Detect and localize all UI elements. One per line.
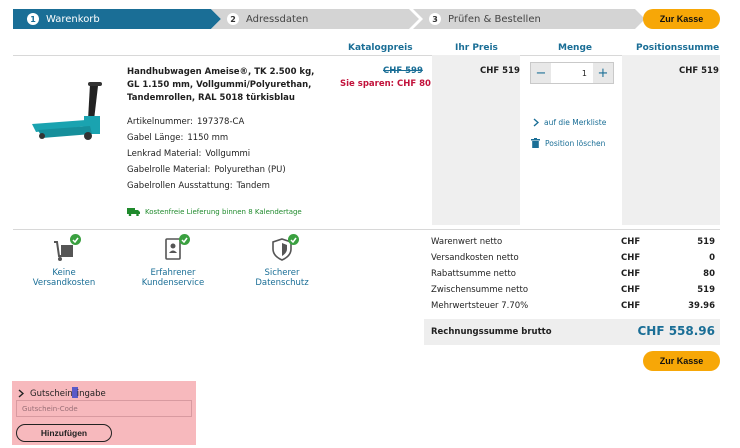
add-coupon-button[interactable]: Hinzufügen [16,424,112,442]
summary-amount: 519 [697,237,715,247]
summary-label: Zwischensumme netto [431,285,529,295]
savings-text: Sie sparen: CHF 80 [340,79,431,89]
checkout-stepper: 1 Warenkorb 2 Adressdaten 3 Prüfen & Bes… [13,9,733,29]
col-your-price: Ihr Preis [455,43,498,53]
coupon-title-start: Gutschein [30,389,73,399]
step-address[interactable]: 2 Adressdaten [211,9,419,29]
delete-position-link[interactable]: Position löschen [531,138,605,148]
coupon-code-input[interactable] [16,400,192,417]
shipping-icon [51,234,81,262]
summary-label: Rabattsumme netto [431,269,516,279]
step-cart[interactable]: 1 Warenkorb [13,9,221,29]
summary-amount: 80 [703,269,715,279]
attribute-label: Artikelnummer: [127,117,193,127]
product-image[interactable] [28,80,108,150]
wishlist-link[interactable]: auf die Merkliste [533,118,606,127]
summary-amount: 39.96 [688,301,715,311]
checkout-button-bottom[interactable]: Zur Kasse [643,351,720,371]
summary-label: Warenwert netto [431,237,503,247]
attribute-value: Vollgummi [205,149,251,159]
delete-position-label: Position löschen [545,138,606,148]
check-icon [288,234,299,245]
product-attribute: Gabelrolle Material: Polyurethan (PU) [127,165,286,175]
feature-customer-service: Erfahrener Kundenservice [118,234,228,288]
step-review[interactable]: 3 Prüfen & Bestellen [413,9,645,29]
catalog-price: CHF 599 [383,66,423,76]
feature-data-protection: Sicherer Datenschutz [238,234,326,288]
divider [13,229,720,230]
check-icon [179,234,190,245]
step-number: 3 [429,13,441,25]
product-attribute: Gabelrollen Ausstattung: Tandem [127,181,270,191]
check-icon [70,234,81,245]
product-attribute: Artikelnummer: 197378-CA [127,117,244,127]
coupon-title: Gutschein ingabe [30,387,106,399]
summary-currency: CHF [621,253,641,263]
coupon-title-end: ingabe [76,389,106,399]
checkout-button-top[interactable]: Zur Kasse [643,9,720,29]
attribute-value: Polyurethan (PU) [214,165,286,175]
attribute-value: 1150 mm [187,133,229,143]
summary-currency: CHF [621,301,641,311]
attribute-value: Tandem [236,181,270,191]
attribute-label: Gabelrolle Material: [127,165,211,175]
grand-total-row: Rechnungssumme brutto CHF 558.96 [424,319,720,345]
chevron-right-icon [533,118,539,127]
step-label: Warenkorb [46,13,100,25]
summary-amount: 0 [709,253,715,263]
feature-free-shipping: Keine Versandkosten [21,234,107,288]
feature-label: Sicherer Datenschutz [255,268,309,288]
attribute-label: Gabelrollen Ausstattung: [127,181,233,191]
summary-label: Versandkosten netto [431,253,519,263]
divider [13,55,720,56]
position-total: CHF 519 [679,66,719,76]
step-number: 2 [227,13,239,25]
feature-label: Erfahrener Kundenservice [141,268,205,288]
price-panel [432,55,520,225]
attribute-value: 197378-CA [197,117,245,127]
grand-total-label: Rechnungssumme brutto [431,327,552,337]
your-price: CHF 519 [480,66,520,76]
col-position-total: Positionssumme [636,43,720,53]
step-number: 1 [27,13,39,25]
grand-total-amount: CHF 558.96 [637,324,715,338]
attribute-label: Lenkrad Material: [127,149,202,159]
trash-icon [531,138,540,148]
service-icon [160,234,190,262]
col-quantity: Menge [558,43,593,53]
shield-icon [269,234,299,262]
step-label: Prüfen & Bestellen [448,13,541,25]
product-attribute: Gabel Länge: 1150 mm [127,133,228,143]
feature-label: Keine Versandkosten [32,268,96,288]
chevron-right-icon [18,388,24,398]
coupon-toggle[interactable]: Gutschein ingabe [18,387,106,399]
quantity-input[interactable]: 1 [551,63,593,83]
summary-label: Mehrwertsteuer 7.70% [431,301,529,311]
truck-icon [127,208,140,216]
summary-currency: CHF [621,237,641,247]
coupon-panel: Gutscheiningabe Hinzufügen [12,381,196,445]
product-attribute: Lenkrad Material: Vollgummi [127,149,250,159]
delivery-info: Kostenfreie Lieferung binnen 8 Kalendert… [127,207,302,216]
product-title[interactable]: Handhubwagen Ameise®, TK 2.500 kg, GL 1.… [127,66,327,105]
quantity-increase-button[interactable]: + [593,63,613,83]
summary-currency: CHF [621,285,641,295]
step-label: Adressdaten [246,13,309,25]
quantity-stepper: − 1 + [530,62,614,84]
col-catalog-price: Katalogpreis [348,43,413,53]
attribute-label: Gabel Länge: [127,133,184,143]
delivery-text: Kostenfreie Lieferung binnen 8 Kalendert… [145,207,302,216]
quantity-decrease-button[interactable]: − [531,63,551,83]
summary-amount: 519 [697,285,715,295]
summary-currency: CHF [621,269,641,279]
total-panel [622,55,720,225]
wishlist-link-label: auf die Merkliste [544,118,607,127]
